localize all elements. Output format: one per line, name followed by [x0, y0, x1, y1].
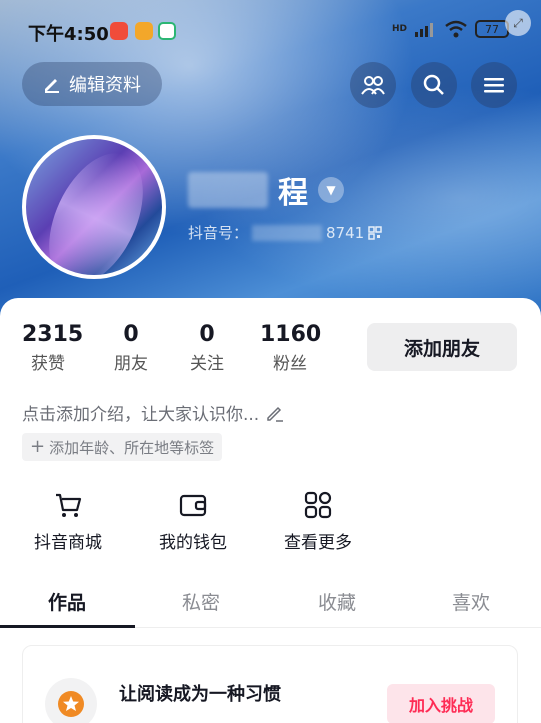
tab-likes[interactable]: 喜欢 [452, 588, 490, 615]
stat-following[interactable]: 0 关注 [181, 322, 233, 374]
promo-badge [45, 678, 97, 723]
friends-icon [361, 76, 385, 95]
message-notification-icon [135, 22, 153, 40]
edit-profile-label: 编辑资料 [69, 75, 141, 96]
menu-icon [484, 78, 504, 93]
douyin-id: 抖音号： 8741 [188, 222, 382, 243]
pencil-icon [267, 406, 284, 422]
shortcut-wallet[interactable]: 我的钱包 [157, 490, 229, 553]
status-time: 下午4:50 [28, 24, 109, 45]
add-tags-chip[interactable]: + 添加年龄、所在地等标签 [22, 433, 223, 461]
douyin-id-redacted [252, 224, 323, 241]
qr-code-icon[interactable] [368, 225, 382, 240]
chat-notification-icon [158, 22, 176, 40]
stat-followers[interactable]: 1160 粉丝 [260, 322, 322, 374]
stat-value: 0 [199, 322, 215, 347]
shortcut-label: 抖音商城 [34, 533, 102, 553]
stat-value: 0 [123, 322, 139, 347]
stats-row: 2315 获赞 0 朋友 0 关注 1160 粉丝 [22, 322, 322, 374]
app-notification-icon [110, 22, 128, 40]
stat-label: 关注 [190, 354, 224, 374]
nickname-redacted [188, 172, 268, 208]
pencil-icon [45, 79, 59, 93]
promo-title: 让阅读成为一种习惯 [119, 684, 281, 705]
tab-favorites[interactable]: 收藏 [318, 588, 356, 615]
plus-icon: + [30, 436, 46, 457]
douyin-id-tail: 8741 [326, 223, 365, 242]
nickname[interactable]: 程 ▼ [188, 168, 344, 212]
search-button[interactable] [411, 62, 457, 108]
intro-text: 点击添加介绍，让大家认识你... [22, 405, 260, 425]
battery-icon: 77 [475, 20, 509, 38]
reading-challenge-card[interactable]: 让阅读成为一种习惯 加入挑战 [22, 645, 518, 723]
battery-level: 77 [485, 22, 499, 36]
join-challenge-button[interactable]: 加入挑战 [387, 684, 495, 723]
nickname-text: 程 [278, 176, 308, 211]
screenshot-icon[interactable]: ⤢ [505, 10, 531, 36]
grid-icon [304, 491, 332, 519]
shortcut-label: 查看更多 [284, 533, 352, 553]
chevron-down-icon[interactable]: ▼ [318, 177, 344, 203]
tab-active-indicator [0, 625, 135, 628]
stat-label: 获赞 [31, 354, 65, 374]
tab-works[interactable]: 作品 [48, 588, 86, 615]
search-icon [423, 74, 444, 95]
avatar[interactable] [22, 135, 166, 279]
signal-icon [415, 23, 433, 37]
tab-private[interactable]: 私密 [182, 588, 220, 615]
stat-friends[interactable]: 0 朋友 [105, 322, 157, 374]
edit-profile-button[interactable]: 编辑资料 [22, 62, 162, 106]
stat-value: 2315 [22, 322, 84, 347]
network-label: HD [391, 24, 407, 34]
wallet-icon [179, 494, 207, 517]
wifi-icon [445, 20, 467, 38]
cart-icon [56, 493, 82, 517]
shortcut-more[interactable]: 查看更多 [282, 490, 354, 553]
add-friend-button[interactable]: 添加朋友 [367, 323, 517, 371]
shortcut-mall[interactable]: 抖音商城 [32, 490, 104, 553]
shortcut-label: 我的钱包 [159, 533, 227, 553]
menu-button[interactable] [471, 62, 517, 108]
friends-button[interactable] [350, 62, 396, 108]
intro-prompt[interactable]: 点击添加介绍，让大家认识你... [22, 400, 285, 425]
stat-label: 粉丝 [273, 354, 307, 374]
stat-label: 朋友 [114, 354, 148, 374]
douyin-id-label: 抖音号： [188, 224, 249, 242]
status-bar: 下午4:50 HD 77 ⤢ [0, 0, 541, 60]
stat-likes[interactable]: 2315 获赞 [22, 322, 84, 374]
content-tabs: 作品 私密 收藏 喜欢 [0, 582, 541, 628]
star-badge-icon [58, 691, 84, 717]
tag-text: 添加年龄、所在地等标签 [49, 438, 215, 457]
stat-value: 1160 [260, 322, 322, 347]
